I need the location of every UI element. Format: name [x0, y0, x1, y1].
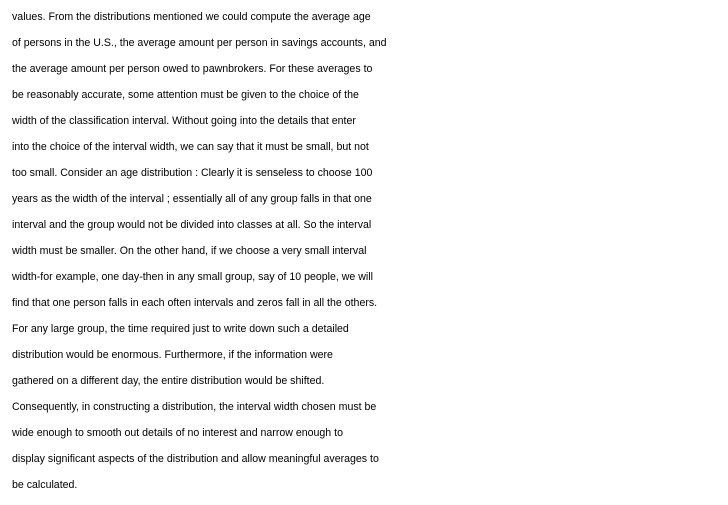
text-line: interval and the group would not be divi…	[12, 219, 372, 231]
text-line: find that one person falls in each often…	[12, 297, 378, 309]
text-line: wide enough to smooth out details of no …	[12, 427, 343, 439]
text-line: of persons in the U.S., the average amou…	[12, 37, 387, 49]
text-line: into the choice of the interval width, w…	[12, 141, 369, 153]
text-line: For any large group, the time required j…	[12, 323, 349, 335]
text-line: gathered on a different day, the entire …	[12, 375, 325, 387]
text-line: distribution would be enormous. Furtherm…	[12, 349, 333, 361]
text-line: width of the classification interval. Wi…	[12, 115, 356, 127]
text-line: the average amount per person owed to pa…	[12, 63, 373, 75]
text-line: be reasonably accurate, some attention m…	[12, 89, 359, 101]
text-line: too small. Consider an age distribution …	[12, 167, 373, 179]
text-line: be calculated.	[12, 479, 78, 491]
text-line: years as the width of the interval ; ess…	[12, 193, 372, 205]
text-line: width must be smaller. On the other hand…	[12, 245, 367, 257]
text-line: values. From the distributions mentioned…	[12, 11, 371, 23]
text-line: Consequently, in constructing a distribu…	[12, 401, 377, 413]
document-body: values. From the distributions mentioned…	[12, 4, 726, 498]
text-line: width-for example, one day-then in any s…	[12, 271, 373, 283]
text-line: display significant aspects of the distr…	[12, 453, 379, 465]
